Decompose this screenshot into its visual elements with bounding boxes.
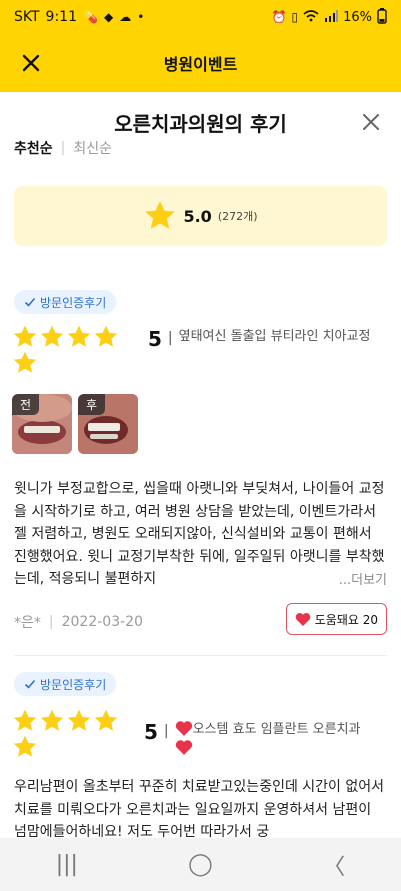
back-button[interactable]: 〈 (304, 849, 364, 881)
review-score: 5 (144, 720, 158, 744)
alarm-icon: ⏰ (271, 10, 287, 24)
rating-count: (272개) (217, 210, 258, 223)
star-icon (13, 709, 37, 731)
app-bar: 병원이벤트 (0, 34, 401, 92)
close-icon (363, 114, 379, 130)
review-stars (12, 324, 130, 376)
heart-icon (175, 721, 192, 736)
star-icon (13, 325, 37, 347)
star-icon (94, 709, 118, 731)
verified-badge-label: 방문인증후기 (40, 295, 107, 310)
divider: | (167, 330, 173, 346)
verified-badge-label: 방문인증후기 (40, 677, 107, 692)
sort-latest-tab[interactable]: 최신순 (73, 138, 112, 158)
review-stars (12, 708, 130, 760)
tag-icon: ◆ (103, 10, 114, 24)
cloud-icon: ☁ (119, 10, 132, 24)
divider: | (163, 723, 169, 739)
star-icon (145, 201, 176, 229)
pill-icon: 💊 (83, 10, 98, 24)
carrier-label: SKT (14, 9, 40, 25)
divider (14, 655, 387, 656)
review-date: 2022-03-20 (61, 614, 143, 630)
rating-summary: 5.0 (272개) (14, 186, 387, 246)
check-icon (24, 297, 36, 307)
signal-icon (324, 10, 339, 24)
close-button[interactable] (14, 46, 48, 80)
treatment-name[interactable]: 옆태여신 돌출입 뷰티라인 치아교정 (179, 327, 394, 347)
helpful-button[interactable]: 도움돼요 20 (285, 603, 387, 635)
more-link[interactable]: ...더보기 (332, 570, 387, 592)
star-icon (94, 325, 118, 347)
after-tag: 후 (78, 394, 106, 415)
review-photos: 전 후 (12, 394, 138, 454)
treatment-name[interactable]: 오스템 효도 임플란트 오른치과 (193, 720, 383, 740)
recent-apps-button[interactable]: ||| (37, 852, 97, 877)
review-meta: *은* | 2022-03-20 (14, 612, 143, 632)
wifi-icon (303, 10, 319, 24)
verified-badge: 방문인증후기 (14, 290, 117, 314)
battery-percent: 16% (343, 9, 372, 25)
review-author: *은* (14, 615, 41, 631)
heart-icon (295, 612, 311, 626)
heart-icon (175, 740, 192, 755)
dot-icon: • (137, 10, 145, 24)
review-score: 5 (148, 327, 162, 351)
star-icon (13, 735, 37, 757)
review-text: 우리남편이 올초부터 꾸준히 치료받고있는중인데 시간이 없어서 치료를 미뤄오… (14, 779, 385, 840)
star-icon (67, 709, 91, 731)
sort-recommended-tab[interactable]: 추천순 (14, 138, 53, 158)
verified-badge: 방문인증후기 (14, 672, 117, 696)
battery-icon (377, 8, 387, 26)
before-photo[interactable]: 전 (12, 394, 72, 454)
app-bar-title: 병원이벤트 (163, 55, 238, 74)
helpful-label: 도움돼요 20 (314, 612, 378, 627)
sort-tabs: 추천순 | 최신순 (14, 138, 112, 158)
status-bar: SKT 9:11 💊 ◆ ☁ • ⏰ ▯ 16% (0, 0, 401, 34)
check-icon (24, 679, 36, 689)
rating-score: 5.0 (183, 206, 212, 226)
review-score-line: 5 | 오스템 효도 임플란트 오른치과 (144, 720, 383, 756)
sheet-close-button[interactable] (355, 106, 387, 138)
star-icon (67, 325, 91, 347)
review-score-line: 5 | 옆태여신 돌출입 뷰티라인 치아교정 (148, 327, 394, 351)
star-icon (13, 351, 37, 373)
clock: 9:11 (45, 9, 77, 25)
system-nav-bar: ||| ◯ 〈 (0, 838, 401, 891)
page-title: 오른치과의원의 후기 (114, 111, 287, 136)
vibrate-icon: ▯ (291, 10, 299, 24)
heart-stack (175, 720, 193, 756)
star-icon (40, 325, 64, 347)
after-photo[interactable]: 후 (78, 394, 138, 454)
star-icon (40, 709, 64, 731)
divider: | (48, 614, 54, 630)
divider: | (60, 140, 66, 156)
home-button[interactable]: ◯ (170, 852, 230, 877)
before-tag: 전 (12, 394, 40, 415)
close-icon (22, 54, 40, 72)
